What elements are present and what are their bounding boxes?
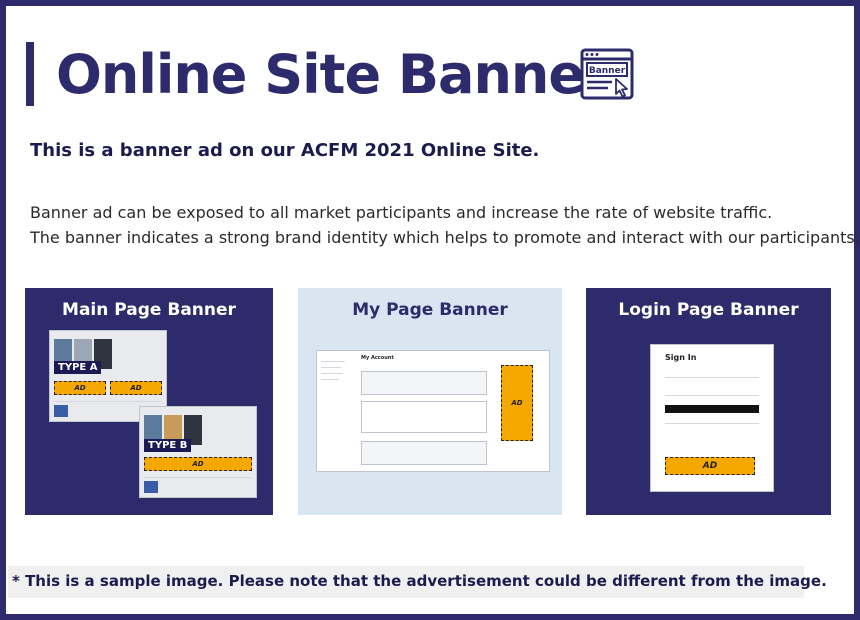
- type-b-badge: TYPE B: [144, 439, 192, 452]
- ad-slot-vertical: AD: [501, 365, 533, 441]
- title-accent-bar: [26, 42, 34, 106]
- list-box: [361, 401, 487, 433]
- profile-box: [361, 371, 487, 395]
- ad-slot: AD: [54, 381, 106, 395]
- page-title: Online Site Banner: [56, 43, 611, 106]
- my-page-banner-title: My Page Banner: [352, 300, 508, 320]
- password-field: [665, 395, 759, 396]
- type-a-badge: TYPE A: [54, 361, 102, 374]
- sign-in-heading: Sign In: [665, 353, 697, 362]
- ad-slot: AD: [665, 457, 755, 475]
- login-page-screenshot: Sign In AD: [650, 344, 774, 492]
- divider: [54, 401, 162, 402]
- disclaimer-text: * This is a sample image. Please note th…: [12, 572, 827, 590]
- profile-box: [361, 441, 487, 465]
- ad-slot: AD: [144, 457, 252, 471]
- ad-slot: AD: [110, 381, 162, 395]
- subtitle: This is a banner ad on our ACFM 2021 Onl…: [30, 140, 540, 161]
- main-page-banner-title: Main Page Banner: [62, 300, 236, 320]
- sidebar-line: [321, 367, 341, 368]
- my-page-screenshot: My Account AD: [316, 350, 550, 472]
- my-page-banner-panel: My Page Banner My Account AD: [298, 288, 562, 515]
- description-line-1: Banner ad can be exposed to all market p…: [30, 203, 773, 222]
- sidebar-line: [321, 361, 345, 362]
- logo-thumb: [144, 481, 158, 493]
- account-heading: My Account: [361, 355, 394, 361]
- sidebar-line: [321, 373, 343, 374]
- email-field: [665, 377, 759, 378]
- sidebar-line: [321, 379, 339, 380]
- sign-in-button: [665, 405, 759, 413]
- banner-browser-icon: Banner: [580, 48, 634, 100]
- create-account-line: [665, 423, 759, 424]
- main-page-banner-panel: Main Page Banner TYPE A AD AD TYPE B AD: [25, 288, 273, 515]
- disclaimer-note: * This is a sample image. Please note th…: [8, 566, 827, 598]
- main-page-screenshot-b: TYPE B AD: [139, 406, 257, 498]
- login-page-banner-title: Login Page Banner: [618, 300, 799, 320]
- description-line-2: The banner indicates a strong brand iden…: [30, 228, 860, 247]
- description: Banner ad can be exposed to all market p…: [30, 200, 860, 250]
- banner-icon-label: Banner: [589, 66, 626, 76]
- logo-thumb: [54, 405, 68, 417]
- divider: [144, 477, 252, 478]
- login-page-banner-panel: Login Page Banner Sign In AD: [586, 288, 831, 515]
